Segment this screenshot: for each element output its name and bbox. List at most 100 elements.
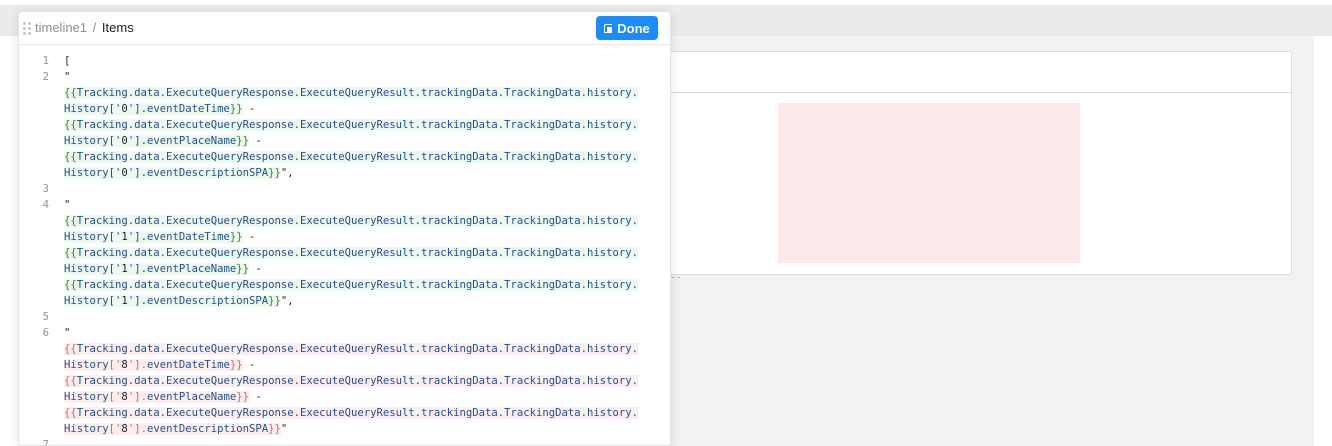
binding-path: Tracking.data.ExecuteQueryResponse.Execu… [76,279,639,291]
done-button-label: Done [617,20,650,36]
line-content: " [64,69,70,85]
code-editor[interactable]: 1[2 " {{Tracking.data.ExecuteQueryResponse… [19,53,670,445]
widget-divider [641,92,1291,93]
separator: - [242,359,256,371]
line-content: History['1'].eventPlaceName}} - [64,261,262,277]
separator: - [242,103,256,115]
code-line: 4 " [19,197,670,213]
code-line: History['0'].eventDescriptionSPA}}", [19,165,670,181]
code-line: History['8'].eventPlaceName}} - [19,389,670,405]
code-line: {{Tracking.data.ExecuteQueryResponse.Exe… [19,373,670,389]
binding-open: {{ [64,407,77,419]
field-name: eventDateTime [146,359,230,371]
code-line: History['0'].eventPlaceName}} - [19,133,670,149]
popover-header: timeline1 / Items Done [19,12,670,45]
line-number: 1 [42,55,49,67]
separator: - [249,135,262,147]
binding-open: {{ [64,279,77,291]
code-line: {{Tracking.data.ExecuteQueryResponse.Exe… [19,245,670,261]
binding-expression-tail: History['0'].eventDateTime}} [64,103,243,115]
history-token: History [64,359,109,371]
done-button[interactable]: Done [596,16,658,40]
binding-open: {{ [64,119,77,131]
binding-path: Tracking.data.ExecuteQueryResponse.Execu… [76,119,639,131]
index-open: [' [108,167,122,179]
timeline-widget-preview[interactable] [640,51,1292,275]
separator: - [249,263,262,275]
binding-open: {{ [64,247,77,259]
widget-error-area [778,103,1080,263]
code-line: {{Tracking.data.ExecuteQueryResponse.Exe… [19,277,670,293]
line-content: {{Tracking.data.ExecuteQueryResponse.Exe… [64,117,639,133]
breadcrumb: timeline1 / Items [35,20,134,35]
binding-expression: {{Tracking.data.ExecuteQueryResponse.Exe… [64,119,639,131]
line-content: {{Tracking.data.ExecuteQueryResponse.Exe… [64,213,639,229]
history-token: History [64,135,109,147]
string-end: ", [280,167,294,179]
binding-close: }} [229,359,243,371]
separator: - [242,231,256,243]
line-number: 2 [42,71,49,83]
code-line: {{Tracking.data.ExecuteQueryResponse.Exe… [19,213,670,229]
binding-path: Tracking.data.ExecuteQueryResponse.Execu… [76,247,639,259]
binding-close: }} [229,231,243,243]
code-line: {{Tracking.data.ExecuteQueryResponse.Exe… [19,149,670,165]
code-line: {{Tracking.data.ExecuteQueryResponse.Exe… [19,341,670,357]
binding-close: }} [268,423,281,435]
history-token: History [64,263,109,275]
code-line: History['0'].eventDateTime}} - [19,101,670,117]
code-line: History['1'].eventDateTime}} - [19,229,670,245]
index-open: [' [108,295,122,307]
breadcrumb-current: Items [101,20,134,35]
breadcrumb-separator: / [92,20,97,35]
line-content: History['8'].eventDescriptionSPA}}" [64,421,287,437]
line-content: " [64,197,70,213]
line-content: {{Tracking.data.ExecuteQueryResponse.Exe… [64,277,639,293]
binding-path: Tracking.data.ExecuteQueryResponse.Execu… [76,407,639,419]
binding-close: }} [236,135,250,147]
binding-open: {{ [64,87,77,99]
separator: - [249,391,262,403]
code-line: 1[ [19,53,670,69]
binding-expression: {{Tracking.data.ExecuteQueryResponse.Exe… [64,343,639,355]
binding-open: {{ [64,343,77,355]
binding-expression: {{Tracking.data.ExecuteQueryResponse.Exe… [64,247,639,259]
breadcrumb-parent[interactable]: timeline1 [35,20,87,35]
line-content: {{Tracking.data.ExecuteQueryResponse.Exe… [64,85,639,101]
line-content: History['1'].eventDescriptionSPA}}", [64,293,294,309]
binding-close: }} [229,103,243,115]
index-close: ']. [127,167,147,179]
binding-expression-tail: History['0'].eventDescriptionSPA}} [64,167,281,179]
string-end: ", [280,295,294,307]
line-content: " [64,325,70,341]
index-open: [' [108,135,122,147]
drag-handle-icon[interactable] [23,22,31,36]
line-content: History['0'].eventDescriptionSPA}}", [64,165,294,181]
history-token: History [64,103,109,115]
index-close: ']. [127,423,147,435]
binding-expression-tail: History['1'].eventDateTime}} [64,231,243,243]
history-token: History [64,167,109,179]
binding-open: {{ [64,215,77,227]
binding-expression: {{Tracking.data.ExecuteQueryResponse.Exe… [64,375,639,387]
line-content: {{Tracking.data.ExecuteQueryResponse.Exe… [64,373,639,389]
line-content: {{Tracking.data.ExecuteQueryResponse.Exe… [64,149,639,165]
index-open: [' [108,103,122,115]
code-line: 5 [19,309,670,325]
history-token: History [64,231,109,243]
index-open: [' [108,263,122,275]
index-close: ']. [127,359,147,371]
line-content: History['8'].eventDateTime}} - [64,357,255,373]
index-close: ']. [127,103,147,115]
binding-expression: {{Tracking.data.ExecuteQueryResponse.Exe… [64,279,639,291]
index-close: ']. [127,231,147,243]
binding-expression-tail: History['8'].eventPlaceName}} [64,391,250,403]
line-number: 6 [42,327,49,339]
string-quote: " [64,199,71,211]
line-content: {{Tracking.data.ExecuteQueryResponse.Exe… [64,405,639,421]
code-line: 7 [19,437,670,445]
string-quote: " [64,327,71,339]
binding-expression: {{Tracking.data.ExecuteQueryResponse.Exe… [64,407,639,419]
index-open: [' [108,391,122,403]
string-quote: " [64,71,71,83]
